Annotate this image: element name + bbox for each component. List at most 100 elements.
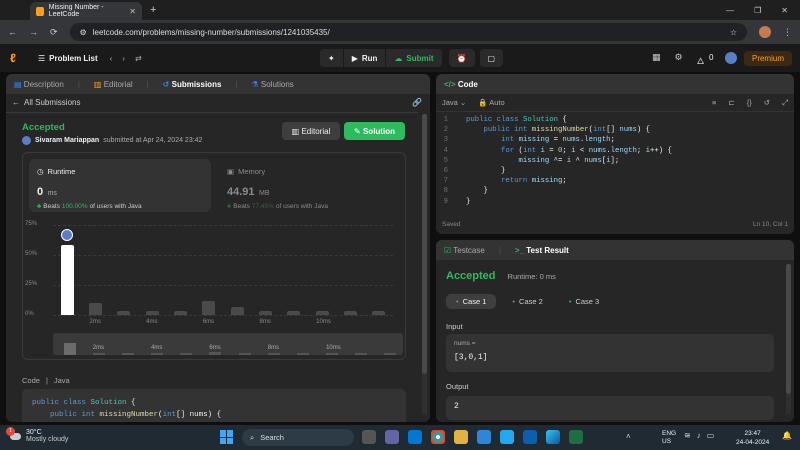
link-icon[interactable]: 🔗 <box>412 98 422 107</box>
settings-app-icon[interactable] <box>523 430 537 444</box>
notes-button[interactable]: ▢ <box>479 49 504 67</box>
notification-bell-icon[interactable]: 🔔 <box>782 431 792 440</box>
case-tab-1[interactable]: • Case 1 <box>446 294 497 309</box>
next-problem-icon[interactable]: › <box>122 54 125 63</box>
close-window-icon[interactable]: ✕ <box>781 6 788 15</box>
tab-solutions[interactable]: ⚗ Solutions <box>251 80 293 89</box>
search-icon: ⌕ <box>250 432 255 442</box>
editorial-button[interactable]: ▥ Editorial <box>282 122 340 140</box>
submit-button[interactable]: ☁ Submit <box>386 49 442 67</box>
chart-bar[interactable] <box>259 311 272 315</box>
chart-bar[interactable] <box>344 311 357 315</box>
settings-icon[interactable]: ⚙ <box>675 52 683 70</box>
shuffle-icon[interactable]: ⇄ <box>135 54 142 63</box>
layout-icon[interactable]: ▦ <box>652 52 661 70</box>
url-field[interactable]: ⚙ leetcode.com/problems/missing-number/s… <box>69 23 747 41</box>
forward-icon[interactable]: → <box>29 27 38 37</box>
tab-test-result[interactable]: >_ Test Result <box>515 246 569 255</box>
case-tab-2[interactable]: • Case 2 <box>502 294 552 309</box>
new-tab-icon[interactable]: + <box>150 4 156 16</box>
solution-button[interactable]: ✎ Solution <box>344 122 405 140</box>
chart-bar[interactable] <box>117 311 131 315</box>
back-icon[interactable]: ← <box>8 27 17 37</box>
taskbar-search[interactable]: ⌕ Search <box>242 429 354 446</box>
browser-tab[interactable]: Missing Number - LeetCode ✕ <box>30 2 142 20</box>
chart-bar[interactable] <box>287 311 301 315</box>
premium-button[interactable]: Premium <box>743 51 792 66</box>
reset-icon[interactable]: ↺ <box>764 98 770 107</box>
store-icon[interactable] <box>477 430 491 444</box>
auto-mode[interactable]: 🔒 Auto <box>478 98 504 107</box>
reload-icon[interactable]: ⟳ <box>50 27 58 38</box>
debug-button[interactable]: ✦ <box>320 49 343 67</box>
case-tab-3[interactable]: • Case 3 <box>559 294 609 309</box>
tab-editorial[interactable]: ▥ Editorial <box>94 80 133 89</box>
line-code: int missing = nums.length; <box>501 136 615 145</box>
minimize-icon[interactable]: — <box>726 6 734 15</box>
chart-bar[interactable] <box>315 311 329 315</box>
weather-temp: 30°C <box>26 429 42 436</box>
maximize-icon[interactable]: ❐ <box>754 6 761 15</box>
language-indicator[interactable]: ENG US <box>662 430 676 446</box>
weather-desc: Mostly cloudy <box>26 436 69 443</box>
result-scrollbar[interactable] <box>786 264 791 414</box>
tab-submissions[interactable]: ↺ Submissions <box>163 80 222 89</box>
task-view-icon[interactable] <box>362 430 376 444</box>
timer-button[interactable]: ⏰ <box>448 49 475 67</box>
tab-code[interactable]: </> Code <box>444 80 478 89</box>
chrome-icon[interactable] <box>431 430 445 444</box>
scrollbar[interactable] <box>422 114 427 414</box>
code-language: Java <box>53 376 70 385</box>
x-tick-label: 2ms <box>89 319 101 325</box>
tab-description[interactable]: ▤ Description <box>14 80 64 89</box>
site-info-icon[interactable]: ⚙ <box>80 28 87 37</box>
mini-bar <box>296 353 309 355</box>
prev-problem-icon[interactable]: ‹ <box>110 54 113 63</box>
vscode-icon[interactable] <box>500 430 514 444</box>
result-scrollbar-thumb[interactable] <box>786 264 791 394</box>
user-avatar[interactable] <box>725 52 737 64</box>
weather-widget[interactable]: 1 30°C Mostly cloudy <box>6 427 69 443</box>
streak-fire-icon[interactable]: 🜂 <box>697 52 705 70</box>
chart-bar[interactable] <box>89 303 102 315</box>
copilot-icon[interactable] <box>408 430 422 444</box>
format-icon[interactable]: ≡ <box>712 98 716 107</box>
runtime-card[interactable]: ◷ Runtime 0 ms ♣ Beats 100.00% of users with… <box>29 159 211 212</box>
file-explorer-icon[interactable] <box>454 430 468 444</box>
bookmark-icon[interactable]: ⊏ <box>728 98 734 107</box>
x-tick-label: 4ms <box>146 319 158 325</box>
chart-bar[interactable] <box>230 306 244 315</box>
y-tick-label: 75% <box>25 221 38 227</box>
scrollbar-thumb[interactable] <box>422 114 427 374</box>
chart-bar[interactable] <box>174 311 187 315</box>
windows-start-icon[interactable] <box>220 430 234 444</box>
profile-avatar[interactable] <box>759 26 771 38</box>
excel-icon[interactable] <box>569 430 583 444</box>
problem-list-button[interactable]: ☰ Problem List <box>38 54 98 63</box>
user-name[interactable]: Sivaram Mariappan <box>35 137 99 144</box>
fullscreen-icon[interactable]: ⤢ <box>782 98 788 108</box>
chart-bar[interactable] <box>60 245 74 315</box>
chart-bar[interactable] <box>202 300 216 315</box>
braces-icon[interactable]: {} <box>747 98 752 107</box>
edge-icon[interactable] <box>546 430 560 444</box>
memory-beats: ♣ Beats 77.45% of users with Java <box>227 203 393 210</box>
bookmark-star-icon[interactable]: ☆ <box>730 28 737 37</box>
leetcode-logo-icon[interactable]: ℓ <box>10 51 24 65</box>
close-tab-icon[interactable]: ✕ <box>129 7 136 16</box>
all-submissions-link[interactable]: ← All Submissions <box>12 98 80 107</box>
chart-bar[interactable] <box>372 311 386 315</box>
menu-icon[interactable]: ⋮ <box>783 27 792 38</box>
clock[interactable]: 23:47 24-04-2024 <box>736 429 769 447</box>
chart-range-selector[interactable]: 2ms 4ms 6ms 8ms 10ms <box>53 333 403 355</box>
lang-region: US <box>662 438 672 445</box>
system-tray[interactable]: ≋ ♪ ▭ <box>684 431 714 440</box>
tray-chevron-icon[interactable]: ˄ <box>626 432 631 441</box>
teams-icon[interactable] <box>385 430 399 444</box>
chart-bar[interactable] <box>145 311 159 315</box>
run-button[interactable]: ▶ Run <box>343 49 386 67</box>
language-select[interactable]: Java ⌄ <box>442 98 466 107</box>
code-editor[interactable]: 1 public class Solution {2 public int mis… <box>436 116 794 212</box>
memory-card[interactable]: ▣ Memory 44.91 MB ♣ Beats 77.45% of users wi… <box>219 159 401 212</box>
tab-testcase[interactable]: ☑ Testcase <box>444 246 485 255</box>
